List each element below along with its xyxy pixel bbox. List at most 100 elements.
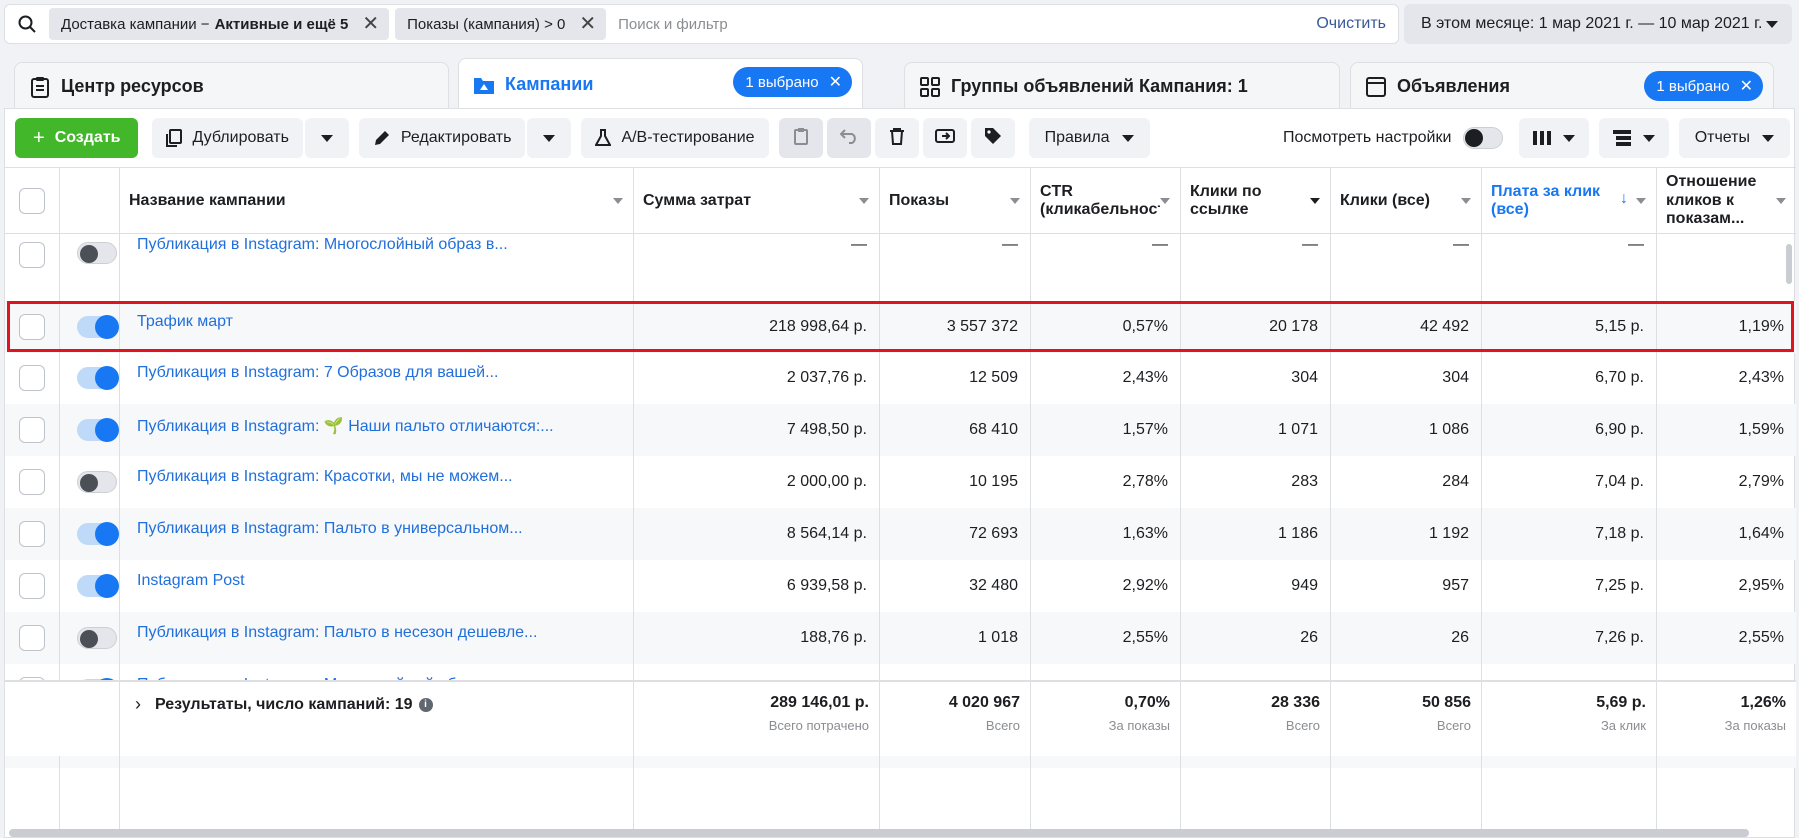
tab-ads[interactable]: Объявления 1 выбрано ✕	[1350, 62, 1774, 110]
tab-adsets[interactable]: Группы объявлений Кампания: 1	[904, 62, 1340, 110]
campaign-name-link[interactable]: Публикация в Instagram: Красотки, мы не …	[125, 456, 630, 508]
cell-link-clicks: 20 178	[1269, 318, 1318, 335]
selected-badge[interactable]: 1 выбрано ✕	[1644, 71, 1763, 101]
chevron-down-icon	[1762, 134, 1774, 142]
table-row[interactable]: Трафик март 218 998,64 р. 3 557 372 0,57% 20…	[5, 301, 1796, 353]
campaign-toggle[interactable]	[77, 418, 119, 442]
edit-button[interactable]: Редактировать	[358, 118, 526, 158]
chevron-down-icon	[1766, 20, 1778, 28]
cell-spend: —	[851, 236, 867, 253]
flask-icon	[595, 129, 612, 147]
rules-button[interactable]: Правила	[1028, 118, 1150, 158]
vertical-scrollbar[interactable]	[1786, 244, 1792, 284]
column-header-name[interactable]: Название кампании	[119, 168, 633, 234]
edit-menu-button[interactable]	[527, 118, 572, 158]
table-row[interactable]: Публикация в Instagram: 7 Образов для ва…	[5, 352, 1796, 404]
table-row[interactable]: Instagram Post 6 939,58 р. 32 480 2,92% 949 9…	[5, 560, 1796, 612]
chip-text: Показы (кампания) > 0	[407, 15, 566, 33]
undo-button[interactable]	[826, 118, 871, 158]
tab-campaigns[interactable]: Кампании 1 выбрано ✕	[458, 58, 863, 110]
cell-clicks-all: —	[1453, 236, 1469, 253]
horizontal-scrollbar[interactable]	[9, 829, 1749, 837]
close-icon[interactable]: ✕	[1740, 76, 1753, 96]
cell-ctr: 2,43%	[1122, 369, 1168, 386]
window-icon	[1365, 76, 1387, 98]
cell-ctr: 2,78%	[1122, 473, 1168, 490]
campaign-name-link[interactable]: Публикация в Instagram: Многослойный обр…	[125, 234, 630, 268]
row-checkbox[interactable]	[19, 242, 45, 268]
info-icon[interactable]: i	[418, 697, 433, 712]
cell-ctr: 1,57%	[1122, 421, 1168, 438]
breakdown-button[interactable]	[1598, 118, 1669, 158]
row-checkbox[interactable]	[19, 417, 45, 443]
totals-label[interactable]: › Результаты, число кампаний: 19 i	[135, 694, 433, 715]
table-row[interactable]: Публикация в Instagram: Многослойный обр…	[5, 234, 1796, 268]
reports-button[interactable]: Отчеты	[1678, 118, 1790, 158]
campaign-toggle[interactable]	[77, 242, 117, 264]
duplicate-button[interactable]: Дублировать	[152, 118, 303, 158]
cell-ratio: 1,59%	[1738, 421, 1784, 438]
campaign-name-link[interactable]: Instagram Post	[125, 560, 630, 612]
ab-test-button[interactable]: A/B-тестирование	[581, 118, 769, 158]
campaign-toggle[interactable]	[77, 627, 117, 649]
export-button[interactable]	[922, 118, 967, 158]
table-row[interactable]: Публикация в Instagram: Красотки, мы не …	[5, 456, 1796, 508]
header-label: CTR (кликабельност	[1040, 182, 1160, 218]
column-header-impressions[interactable]: Показы	[879, 168, 1030, 234]
row-checkbox[interactable]	[19, 469, 45, 495]
total-sub: Всего	[1285, 718, 1320, 733]
grid-icon	[919, 76, 941, 98]
selected-badge[interactable]: 1 выбрано ✕	[733, 67, 852, 97]
create-button[interactable]: + Создать	[15, 118, 139, 158]
columns-button[interactable]	[1518, 118, 1589, 158]
column-header-spend[interactable]: Сумма затрат	[633, 168, 879, 234]
search-icon[interactable]	[5, 5, 49, 43]
campaign-toggle[interactable]	[77, 366, 119, 390]
campaign-toggle[interactable]	[77, 471, 117, 493]
row-checkbox[interactable]	[19, 365, 45, 391]
tag-button[interactable]	[970, 118, 1015, 158]
delete-button[interactable]	[874, 118, 919, 158]
campaign-name-link[interactable]: Публикация в Instagram: Пальто в несезон…	[125, 612, 630, 664]
chevron-down-icon	[1562, 134, 1575, 142]
cell-link-clicks: 1 186	[1277, 525, 1318, 542]
search-input[interactable]: Поиск и фильтр	[618, 16, 1316, 33]
filter-chip-impressions[interactable]: Показы (кампания) > 0 ✕	[395, 8, 607, 40]
campaign-name-link[interactable]: Публикация в Instagram: 7 Образов для ва…	[125, 352, 630, 404]
tab-label: Группы объявлений Кампания: 1	[951, 76, 1248, 96]
tab-resources[interactable]: Центр ресурсов	[14, 62, 449, 110]
clear-filters-link[interactable]: Очистить	[1316, 15, 1386, 33]
edit-label: Редактировать	[400, 129, 512, 146]
row-checkbox[interactable]	[19, 314, 45, 340]
column-header-ratio[interactable]: Отношение кликов к показам...	[1656, 168, 1796, 234]
campaign-name-link[interactable]: Публикация в Instagram: 🌱 Наши пальто от…	[125, 404, 630, 456]
paste-button[interactable]	[778, 118, 823, 158]
filter-chip-delivery[interactable]: Доставка кампании − Активные и ещё 5 ✕	[49, 8, 390, 40]
row-checkbox[interactable]	[19, 625, 45, 651]
close-icon[interactable]: ✕	[362, 14, 379, 34]
table-row[interactable]: Публикация в Instagram: 🌱 Наши пальто от…	[5, 404, 1796, 456]
table-row[interactable]: Публикация в Instagram: Пальто в универс…	[5, 508, 1796, 560]
view-settings-toggle[interactable]	[1463, 127, 1504, 149]
cell-ctr: 0,57%	[1122, 318, 1168, 335]
total-spend: 289 146,01 р. Всего потрачено	[633, 682, 879, 756]
breakdown-icon	[1612, 130, 1631, 146]
campaign-name-link[interactable]: Трафик март	[125, 301, 630, 353]
campaign-toggle[interactable]	[77, 315, 119, 339]
campaign-toggle[interactable]	[77, 522, 119, 546]
campaign-name-link[interactable]: Публикация в Instagram: Пальто в универс…	[125, 508, 630, 560]
select-all-checkbox[interactable]	[19, 188, 45, 214]
duplicate-menu-button[interactable]	[304, 118, 349, 158]
date-range-picker[interactable]: В этом месяце: 1 мар 2021 г. — 10 мар 20…	[1404, 4, 1792, 44]
table-row[interactable]: Публикация в Instagram: Пальто в несезон…	[5, 612, 1796, 664]
campaign-toggle[interactable]	[77, 574, 119, 598]
close-icon[interactable]: ✕	[829, 72, 842, 92]
cell-clicks-all: 42 492	[1420, 318, 1469, 335]
column-header-clicks-all[interactable]: Клики (все)	[1330, 168, 1481, 234]
column-header-link-clicks[interactable]: Клики по ссылке	[1180, 168, 1330, 234]
row-checkbox[interactable]	[19, 521, 45, 547]
column-header-ctr[interactable]: CTR (кликабельност	[1030, 168, 1180, 234]
close-icon[interactable]: ✕	[579, 14, 596, 34]
column-header-cpc[interactable]: Плата за клик (все) ↓	[1481, 168, 1656, 234]
row-checkbox[interactable]	[19, 573, 45, 599]
